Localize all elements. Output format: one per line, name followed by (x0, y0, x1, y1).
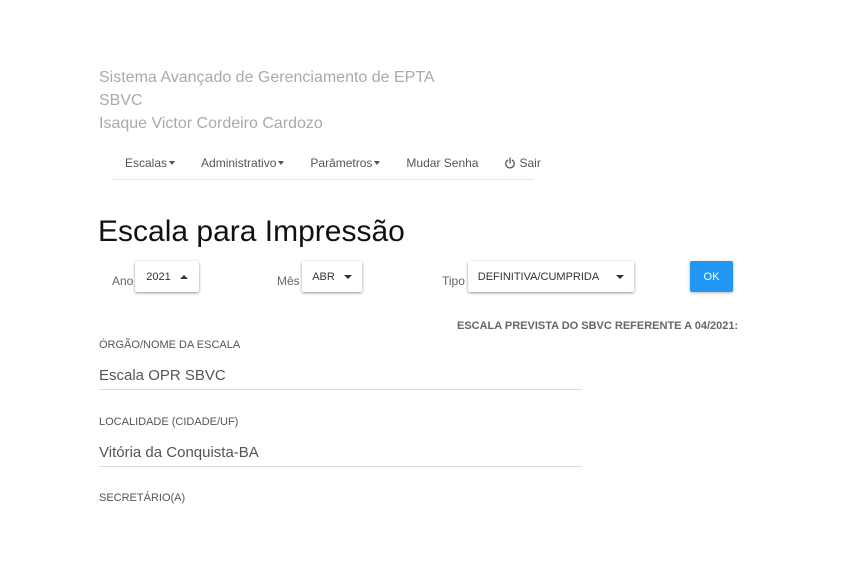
caret-down-icon (616, 274, 625, 279)
caret-down-icon (343, 274, 352, 279)
localidade-value: Vitória da Conquista-BA (99, 444, 582, 467)
chevron-down-icon (374, 161, 381, 165)
orgao-label: ÓRGÃO/NOME DA ESCALA (99, 339, 241, 351)
power-icon (505, 157, 516, 169)
nav-mudar-senha[interactable]: Mudar Senha (406, 156, 478, 170)
orgao-value: Escala OPR SBVC (99, 367, 582, 390)
secretario-label: SECRETÁRIO(A) (99, 492, 186, 504)
ok-button[interactable]: OK (690, 261, 733, 292)
ano-label: Ano (112, 274, 134, 288)
app-header: Sistema Avançado de Gerenciamento de EPT… (99, 66, 435, 135)
main-navbar: Escalas Administrativo Parâmetros Mudar … (112, 147, 541, 180)
mes-label: Mês (277, 274, 300, 288)
nav-administrativo-label: Administrativo (201, 156, 277, 170)
nav-sair[interactable]: Sair (504, 156, 541, 170)
mes-select[interactable]: ABR (302, 261, 362, 292)
nav-parametros-label: Parâmetros (310, 156, 373, 170)
nav-administrativo[interactable]: Administrativo (201, 156, 285, 170)
system-name: Sistema Avançado de Gerenciamento de EPT… (99, 69, 435, 86)
caret-up-icon (179, 274, 188, 279)
chevron-down-icon (169, 161, 176, 165)
nav-mudar-senha-label: Mudar Senha (406, 156, 479, 170)
ano-select-value: 2021 (146, 270, 171, 283)
user-name: Isaque Victor Cordeiro Cardozo (99, 115, 323, 132)
mes-select-value: ABR (312, 270, 335, 283)
ano-select[interactable]: 2021 (135, 261, 199, 292)
tipo-select[interactable]: DEFINITIVA/CUMPRIDA (468, 261, 634, 292)
nav-sair-label: Sair (519, 156, 541, 170)
nav-parametros[interactable]: Parâmetros (310, 156, 381, 170)
page-title: Escala para Impressão (98, 215, 405, 248)
report-title: ESCALA PREVISTA DO SBVC REFERENTE A 04/2… (457, 320, 739, 332)
nav-escalas[interactable]: Escalas (125, 156, 176, 170)
chevron-down-icon (278, 161, 285, 165)
tipo-select-value: DEFINITIVA/CUMPRIDA (477, 270, 600, 283)
site-code: SBVC (99, 92, 143, 109)
localidade-label: LOCALIDADE (CIDADE/UF) (99, 416, 239, 428)
nav-escalas-label: Escalas (125, 156, 168, 170)
tipo-label: Tipo (442, 274, 465, 288)
